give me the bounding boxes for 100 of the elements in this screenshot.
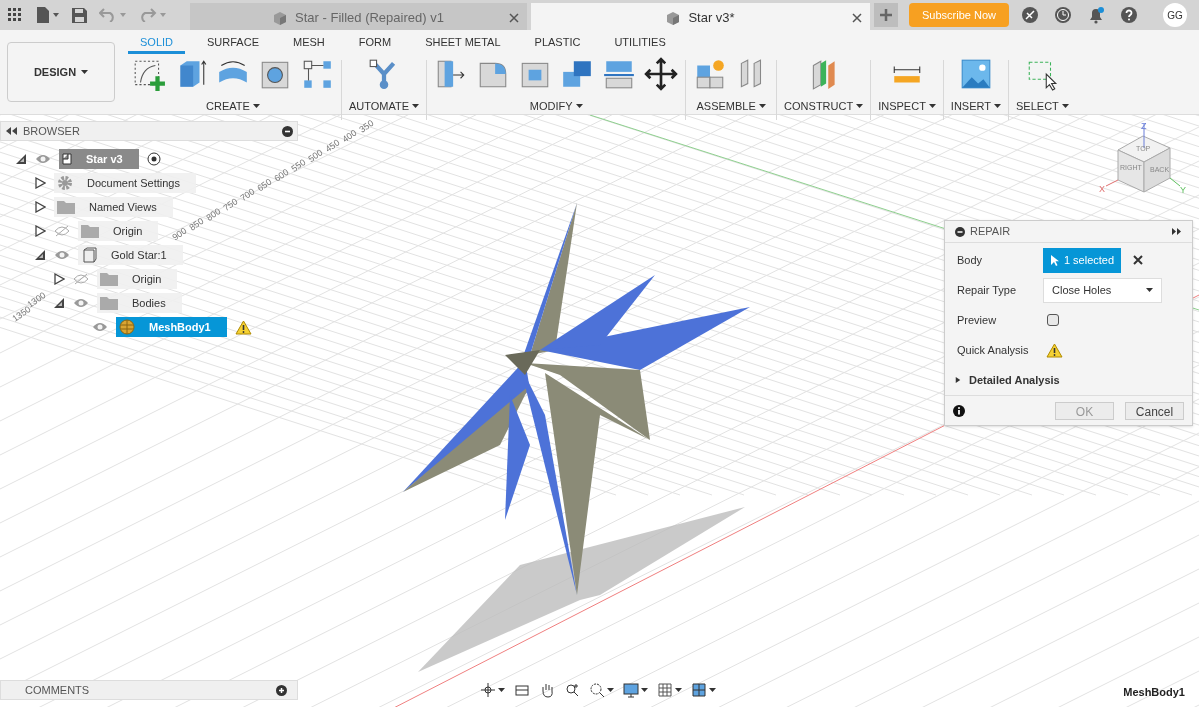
- toolbar-tab[interactable]: PLASTIC: [522, 34, 593, 54]
- component-icon: [62, 153, 72, 165]
- ruler-label: 350: [357, 117, 376, 135]
- bell-icon[interactable]: [1087, 6, 1105, 24]
- dialog-button[interactable]: Cancel: [1125, 401, 1184, 420]
- pan-tool[interactable]: [539, 681, 555, 699]
- cube-icon: [666, 11, 681, 25]
- new-tab-button[interactable]: [874, 3, 898, 27]
- toolbar-tab[interactable]: MESH: [281, 34, 337, 54]
- move-tool-icon[interactable]: [644, 57, 679, 91]
- close-icon[interactable]: [509, 13, 519, 23]
- preview-checkbox[interactable]: [1047, 314, 1059, 326]
- tool-group-menu[interactable]: CREATE: [206, 98, 260, 115]
- gear-icon: [57, 175, 73, 191]
- folder-icon: [100, 272, 118, 286]
- tool-group-menu[interactable]: INSERT: [950, 98, 1001, 115]
- caret-icon: [252, 104, 260, 109]
- caret-icon: [498, 688, 505, 692]
- tool-group-menu[interactable]: AUTOMATE: [349, 98, 420, 115]
- field-label: Repair Type: [957, 282, 1018, 298]
- workspace-switcher[interactable]: DESIGN: [7, 42, 115, 102]
- tool-group-menu[interactable]: SELECT: [1016, 98, 1069, 115]
- viewports-tool[interactable]: [691, 681, 716, 699]
- caret-icon: [641, 688, 648, 692]
- ruler-label: 900: [170, 225, 189, 243]
- collapsed-triangle-icon[interactable]: [34, 177, 46, 189]
- eye-icon[interactable]: [73, 297, 89, 309]
- add-comment-icon[interactable]: [276, 684, 287, 696]
- browser-item-label: Bodies: [131, 295, 167, 311]
- browser-item[interactable]: Bodies: [97, 293, 182, 313]
- cursor-icon: [1049, 254, 1059, 266]
- tool-group-menu[interactable]: MODIFY: [529, 98, 583, 115]
- fit-tool[interactable]: [589, 681, 614, 699]
- clear-selection-icon[interactable]: [1133, 255, 1143, 265]
- tool-group-menu[interactable]: ASSEMBLE: [696, 98, 766, 115]
- caret-icon: [575, 104, 583, 109]
- help-icon[interactable]: [1120, 6, 1138, 24]
- collapsed-triangle-icon[interactable]: [34, 201, 46, 213]
- active-radio-icon[interactable]: [146, 152, 161, 166]
- eye-icon[interactable]: [92, 321, 108, 333]
- offline-icon[interactable]: [1021, 6, 1039, 24]
- eye-icon[interactable]: [54, 249, 70, 261]
- tool-group-menu[interactable]: CONSTRUCT: [784, 98, 864, 115]
- tool-group-menu[interactable]: INSPECT: [878, 98, 936, 115]
- dialog-title: REPAIR: [970, 224, 1012, 240]
- info-icon[interactable]: [953, 404, 965, 417]
- folder-icon: [100, 296, 118, 310]
- comments-title: COMMENTS: [25, 682, 91, 698]
- display-tool[interactable]: [623, 681, 648, 699]
- display-icon: [623, 682, 639, 698]
- collapse-icon[interactable]: [5, 127, 17, 135]
- minus-circle-icon[interactable]: [282, 125, 293, 137]
- collapsed-triangle-icon[interactable]: [34, 225, 46, 237]
- browser-item-label: Star v3: [85, 151, 124, 167]
- save-icon[interactable]: [72, 7, 87, 23]
- axis-label: Y: [1180, 185, 1186, 195]
- toolbar-tab[interactable]: FORM: [346, 34, 404, 54]
- repair-type-dropdown[interactable]: Close Holes: [1043, 277, 1162, 303]
- caret-icon: [607, 688, 614, 692]
- app-grid-icon[interactable]: [8, 8, 22, 22]
- browser-item[interactable]: Gold Star:1: [78, 245, 183, 265]
- document-tab-title: Star v3*: [688, 9, 735, 28]
- document-tab[interactable]: Star - Filled (Repaired) v1: [190, 3, 527, 33]
- section-toggle[interactable]: Detailed Analysis: [945, 365, 1070, 395]
- caret-icon: [81, 70, 89, 74]
- browser-item[interactable]: Named Views: [54, 197, 173, 217]
- grid-tool[interactable]: [657, 681, 682, 699]
- caret-icon: [994, 104, 1001, 109]
- file-icon[interactable]: [34, 7, 60, 23]
- caret-icon: [1146, 288, 1153, 292]
- clock-icon[interactable]: [1054, 6, 1072, 24]
- ruler-label: 700: [238, 186, 257, 204]
- toolbar-tab[interactable]: SHEET METAL: [413, 34, 513, 54]
- lookat-icon: [514, 682, 530, 698]
- user-avatar[interactable]: GG: [1163, 3, 1187, 27]
- document-tab[interactable]: Star v3*: [531, 3, 870, 33]
- expanded-triangle-icon[interactable]: [53, 297, 65, 309]
- axis-label: X: [1099, 184, 1105, 194]
- ruler-label: 400: [340, 127, 359, 145]
- plus-icon: [880, 9, 892, 21]
- collapsed-triangle-icon[interactable]: [53, 273, 65, 285]
- browser-item[interactable]: Origin: [97, 269, 178, 289]
- toolbar-tab[interactable]: UTILITIES: [602, 34, 678, 54]
- eye-icon[interactable]: [35, 153, 51, 165]
- expand-icon[interactable]: [1172, 228, 1182, 235]
- toolbar-tab[interactable]: SURFACE: [195, 34, 271, 54]
- expanded-triangle-icon[interactable]: [15, 153, 27, 165]
- expanded-triangle-icon[interactable]: [34, 249, 46, 261]
- browser-item-label: Named Views: [88, 199, 158, 215]
- close-icon[interactable]: [852, 13, 862, 23]
- browser-item[interactable]: Origin: [78, 221, 159, 241]
- minus-circle-icon[interactable]: [955, 226, 965, 237]
- folder-icon: [81, 224, 99, 238]
- zoom-tool[interactable]: [564, 681, 580, 699]
- browser-title: BROWSER: [23, 123, 81, 139]
- orbit-tool[interactable]: [480, 681, 505, 699]
- browser-item[interactable]: Document Settings: [54, 173, 196, 193]
- caret-icon: [758, 104, 766, 109]
- browser-item-label: Document Settings: [86, 175, 181, 191]
- mesh-body-icon: [119, 319, 135, 335]
